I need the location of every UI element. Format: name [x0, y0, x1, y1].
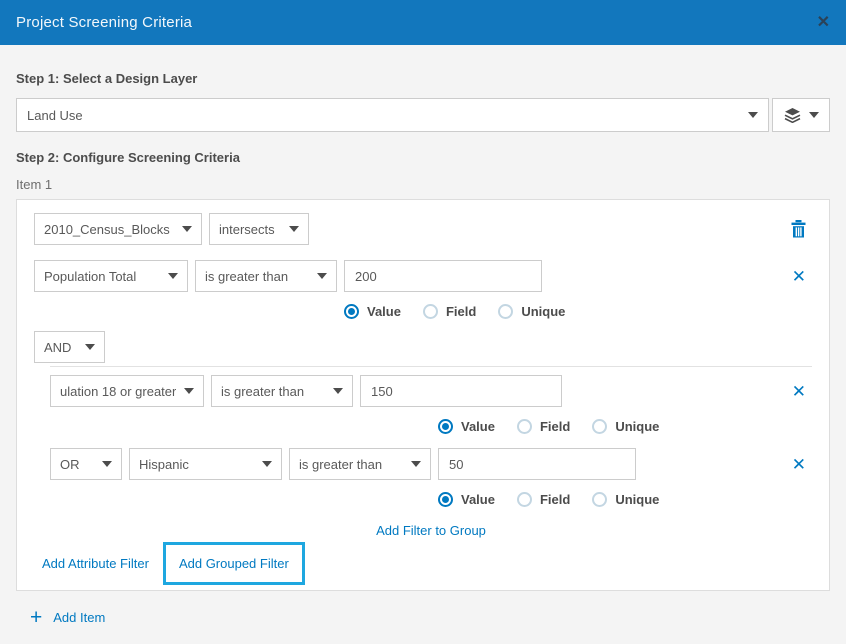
attribute-filter-row-1: Population Total is greater than ✕: [34, 260, 812, 292]
group-filter2-value-input[interactable]: [438, 448, 636, 480]
group-filter2-radio-value[interactable]: [438, 492, 453, 507]
filter1-field-value: Population Total: [44, 269, 160, 284]
remove-group-filter2-icon[interactable]: ✕: [792, 456, 806, 473]
step1-label: Step 1: Select a Design Layer: [16, 71, 830, 86]
caret-down-icon: [168, 273, 178, 279]
group-filter2-join-value: OR: [60, 457, 94, 472]
design-layer-select[interactable]: Land Use: [16, 98, 769, 132]
group-filter1-mode-radios: Value Field Unique: [438, 418, 812, 434]
caret-down-icon: [182, 226, 192, 232]
group-filter1-radio-field-label: Field: [540, 419, 570, 434]
filter1-radio-value[interactable]: [344, 304, 359, 319]
filter1-radio-unique-label: Unique: [521, 304, 565, 319]
filter1-mode-radios: Value Field Unique: [344, 303, 812, 319]
group-filter1-field-value: ulation 18 or greater: [60, 384, 176, 399]
group-filter1-value-input[interactable]: [360, 375, 562, 407]
group-filter1-radio-unique-label: Unique: [615, 419, 659, 434]
add-grouped-filter-link[interactable]: Add Grouped Filter: [179, 556, 289, 571]
caret-down-icon: [85, 344, 95, 350]
group-filter2-operator-value: is greater than: [299, 457, 403, 472]
group-filter1-radio-unique[interactable]: [592, 419, 607, 434]
dialog-body: Step 1: Select a Design Layer Land Use S…: [0, 45, 846, 644]
close-icon[interactable]: ✕: [817, 15, 830, 31]
caret-down-icon: [262, 461, 272, 467]
dialog-header: Project Screening Criteria ✕: [0, 0, 846, 45]
remove-group-filter1-icon[interactable]: ✕: [792, 383, 806, 400]
group-filter2-radio-value-label: Value: [461, 492, 495, 507]
caret-down-icon: [411, 461, 421, 467]
caret-down-icon: [102, 461, 112, 467]
tutorial-highlight-box: Add Grouped Filter: [163, 542, 305, 585]
remove-filter1-icon[interactable]: ✕: [792, 268, 806, 285]
step2-label: Step 2: Configure Screening Criteria: [16, 150, 830, 165]
caret-down-icon: [333, 388, 343, 394]
filter1-operator-value: is greater than: [205, 269, 309, 284]
spatial-filter-row: 2010_Census_Blocks intersects: [34, 213, 812, 245]
group-filter2-radio-unique-label: Unique: [615, 492, 659, 507]
group-filter1-radio-value-label: Value: [461, 419, 495, 434]
filter1-value-input[interactable]: [344, 260, 542, 292]
caret-down-icon: [809, 112, 819, 118]
group-join-value: AND: [44, 340, 77, 355]
plus-icon: +: [30, 607, 42, 628]
filter1-radio-unique[interactable]: [498, 304, 513, 319]
grouped-filter-container: ulation 18 or greater is greater than ✕ …: [50, 366, 812, 538]
group-filter1-field-dropdown[interactable]: ulation 18 or greater: [50, 375, 204, 407]
group-filter2-join-dropdown[interactable]: OR: [50, 448, 122, 480]
group-filter-row-1: ulation 18 or greater is greater than ✕: [50, 375, 812, 407]
caret-down-icon: [748, 112, 758, 118]
group-filter1-radio-value[interactable]: [438, 419, 453, 434]
item-links-row: Add Attribute Filter Add Grouped Filter: [34, 542, 812, 585]
add-item-label: Add Item: [53, 610, 105, 625]
screening-layer-dropdown[interactable]: 2010_Census_Blocks: [34, 213, 202, 245]
caret-down-icon: [289, 226, 299, 232]
add-attribute-filter-link[interactable]: Add Attribute Filter: [42, 556, 149, 571]
trash-icon: [791, 220, 806, 238]
group-filter2-radio-field-label: Field: [540, 492, 570, 507]
design-layer-value: Land Use: [27, 108, 740, 123]
caret-down-icon: [317, 273, 327, 279]
group-filter2-operator-dropdown[interactable]: is greater than: [289, 448, 431, 480]
group-filter-row-2: OR Hispanic is greater than ✕: [50, 448, 812, 480]
group-filter2-radio-field[interactable]: [517, 492, 532, 507]
group-filter2-mode-radios: Value Field Unique: [438, 491, 812, 507]
group-filter1-operator-dropdown[interactable]: is greater than: [211, 375, 353, 407]
filter1-operator-dropdown[interactable]: is greater than: [195, 260, 337, 292]
add-item-button[interactable]: + Add Item: [30, 607, 830, 628]
group-join-row: AND: [34, 331, 812, 363]
filter1-radio-value-label: Value: [367, 304, 401, 319]
screening-layer-value: 2010_Census_Blocks: [44, 222, 174, 237]
filter1-radio-field[interactable]: [423, 304, 438, 319]
group-join-dropdown[interactable]: AND: [34, 331, 105, 363]
add-filter-to-group-link[interactable]: Add Filter to Group: [376, 523, 486, 538]
group-filter2-field-dropdown[interactable]: Hispanic: [129, 448, 282, 480]
item1-panel: 2010_Census_Blocks intersects: [16, 199, 830, 591]
group-filter1-radio-field[interactable]: [517, 419, 532, 434]
item1-label: Item 1: [16, 177, 830, 192]
layers-icon: [784, 108, 801, 123]
filter1-field-dropdown[interactable]: Population Total: [34, 260, 188, 292]
group-filter1-operator-value: is greater than: [221, 384, 325, 399]
layer-options-button[interactable]: [772, 98, 830, 132]
caret-down-icon: [184, 388, 194, 394]
spatial-operator-dropdown[interactable]: intersects: [209, 213, 309, 245]
filter1-radio-field-label: Field: [446, 304, 476, 319]
group-filter2-radio-unique[interactable]: [592, 492, 607, 507]
design-layer-row: Land Use: [16, 98, 830, 132]
dialog-title: Project Screening Criteria: [16, 14, 192, 31]
delete-item-button[interactable]: [791, 220, 806, 238]
group-filter2-field-value: Hispanic: [139, 457, 254, 472]
spatial-operator-value: intersects: [219, 222, 281, 237]
